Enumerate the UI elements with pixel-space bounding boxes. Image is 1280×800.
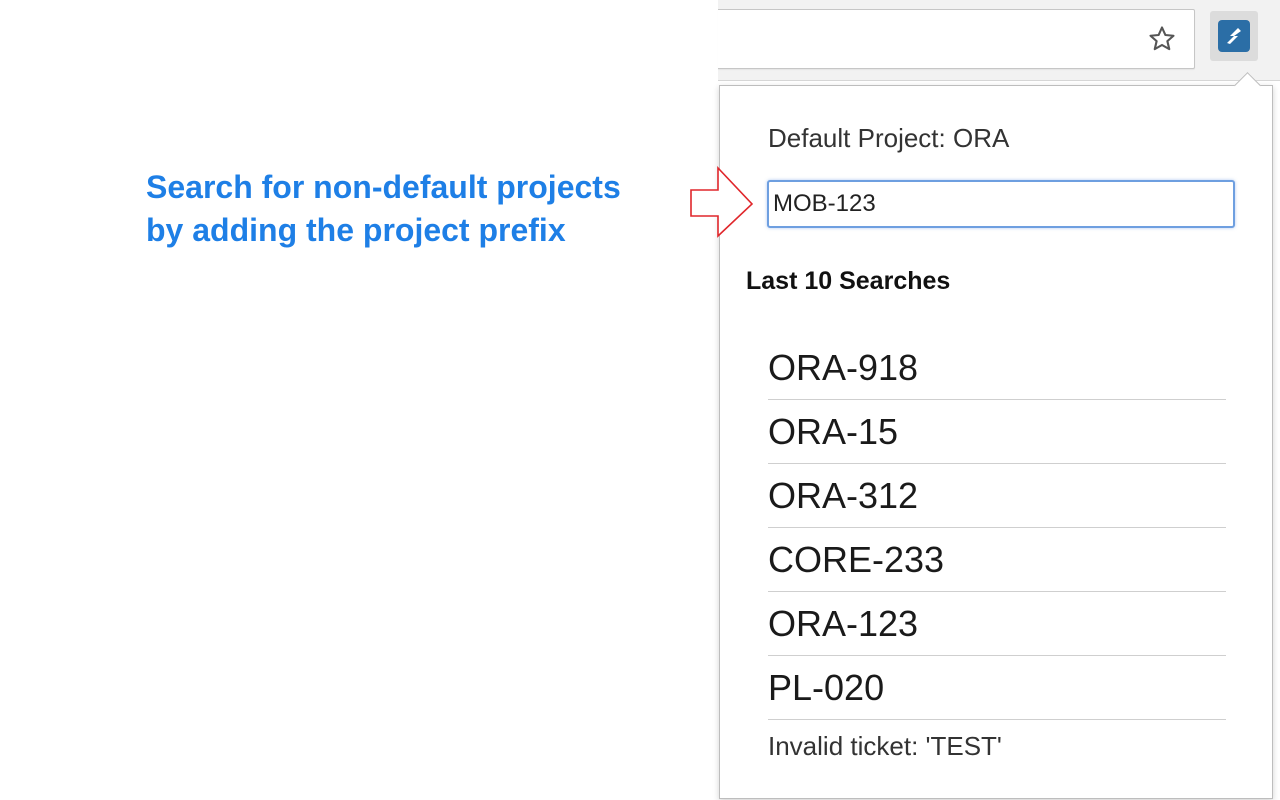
invalid-ticket-message: Invalid ticket: 'TEST' <box>768 731 1002 761</box>
annotation-line-1: Search for non-default projects <box>146 169 621 205</box>
star-icon <box>1147 24 1177 59</box>
ticket-search-input[interactable] <box>767 180 1235 228</box>
recent-search-label[interactable]: ORA-123 <box>768 603 918 645</box>
bookmark-star-button[interactable] <box>1144 24 1180 59</box>
recent-search-label[interactable]: ORA-312 <box>768 475 918 517</box>
recent-search-label[interactable]: ORA-15 <box>768 411 898 453</box>
address-bar[interactable] <box>718 9 1195 69</box>
jira-extension-button[interactable] <box>1210 11 1258 61</box>
recent-search-label[interactable]: ORA-918 <box>768 347 918 389</box>
annotation-callout: Search for non-default projects by addin… <box>146 166 621 252</box>
recent-search-item[interactable]: ORA-312 <box>768 464 1226 528</box>
extension-popup: Default Project: ORA Last 10 Searches OR… <box>719 85 1273 799</box>
recent-search-label[interactable]: CORE-233 <box>768 539 944 581</box>
recent-search-item[interactable]: ORA-918 <box>768 336 1226 400</box>
recent-search-item[interactable]: ORA-123 <box>768 592 1226 656</box>
recent-searches-list: ORA-918 ORA-15 ORA-312 CORE-233 ORA-123 … <box>768 336 1226 720</box>
recent-search-item[interactable]: CORE-233 <box>768 528 1226 592</box>
callout-arrow-icon <box>690 166 754 238</box>
recent-search-item[interactable]: ORA-15 <box>768 400 1226 464</box>
default-project-label: Default Project: ORA <box>768 123 1010 153</box>
recent-search-item[interactable]: PL-020 <box>768 656 1226 720</box>
jira-extension-icon <box>1218 20 1250 52</box>
annotation-line-2: by adding the project prefix <box>146 212 566 248</box>
browser-toolbar <box>718 0 1280 81</box>
recent-search-label[interactable]: PL-020 <box>768 667 884 709</box>
recent-searches-heading: Last 10 Searches <box>746 267 951 295</box>
